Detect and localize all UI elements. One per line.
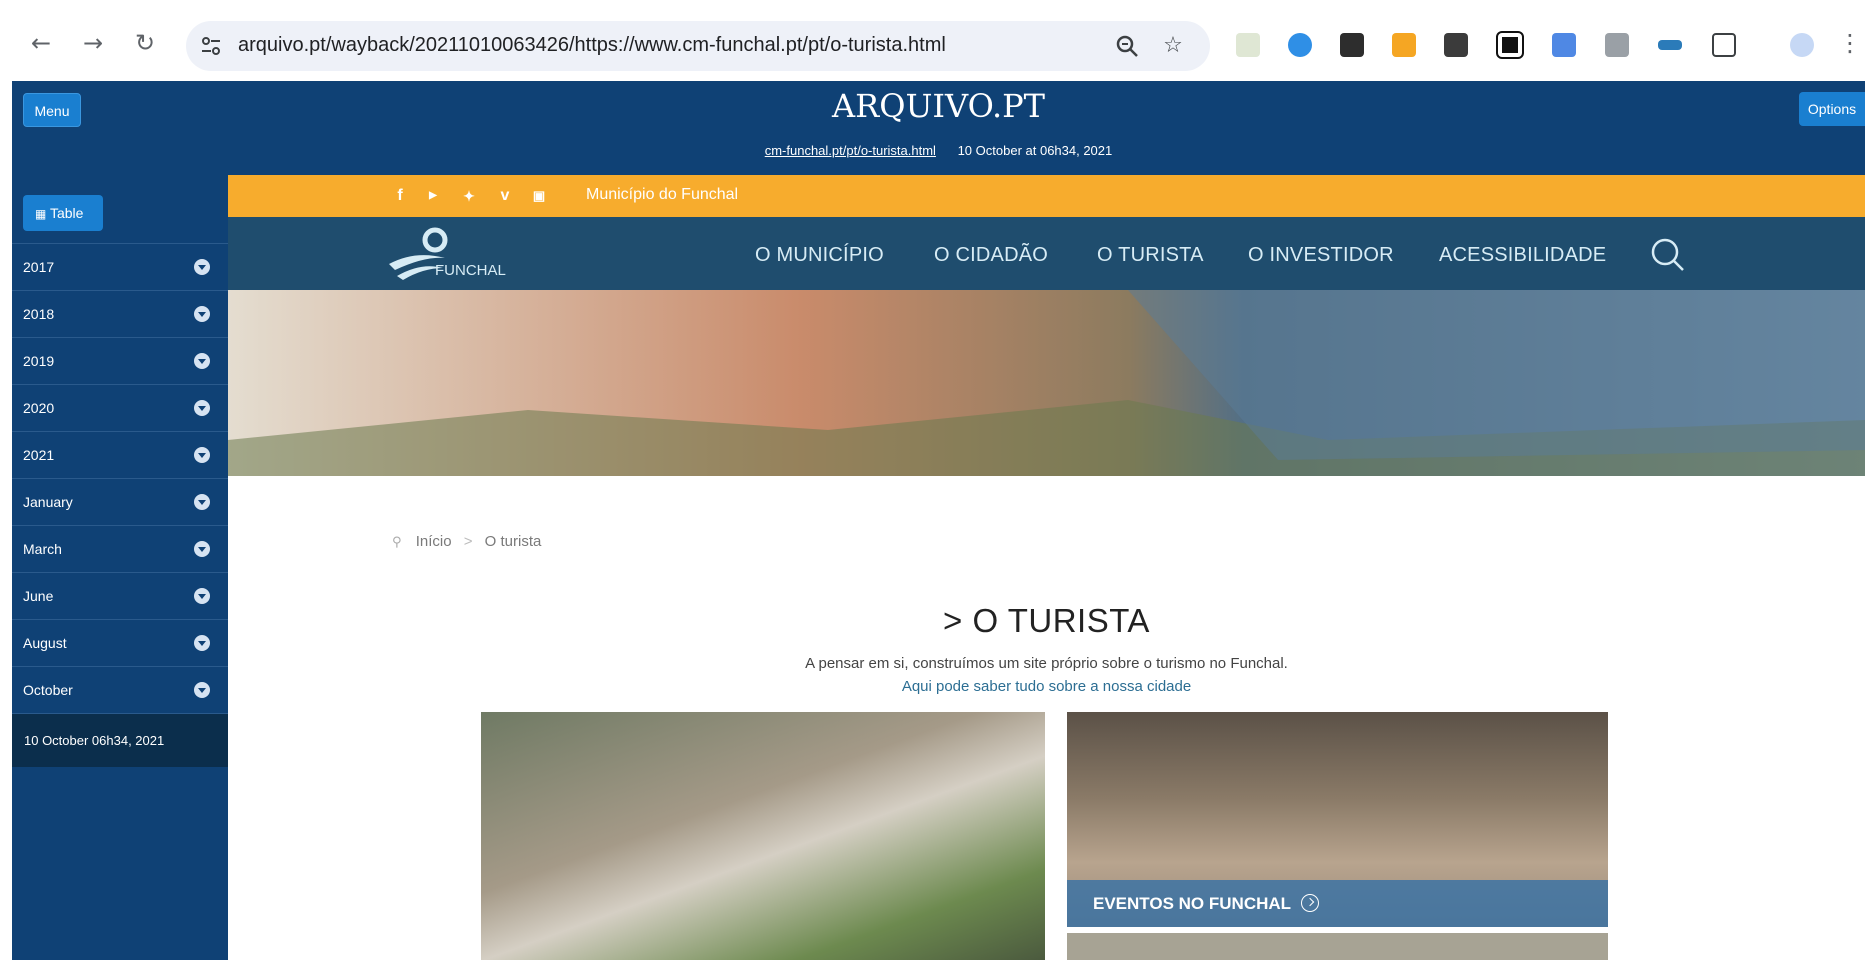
timeline-sidebar: ▦ Table 2017 2018 2019 2020 2021 January… xyxy=(12,175,228,960)
arrow-right-circle-icon xyxy=(1301,893,1320,912)
location-pin-icon: ⚲ xyxy=(392,535,402,550)
nav-investidor[interactable]: O INVESTIDOR xyxy=(1248,244,1394,267)
search-icon[interactable] xyxy=(1650,237,1686,273)
timeline-item[interactable]: 2021 xyxy=(12,431,228,478)
facebook-icon[interactable]: f xyxy=(391,187,409,205)
extension-icon[interactable] xyxy=(1340,33,1364,57)
chevron-down-icon[interactable] xyxy=(194,447,210,463)
tile-caption[interactable]: EVENTOS NO FUNCHAL xyxy=(1067,880,1608,927)
funchal-logo-text: FUNCHAL xyxy=(435,262,506,279)
camera-icon[interactable] xyxy=(1605,33,1629,57)
funchal-logo[interactable]: FUNCHAL xyxy=(385,226,506,282)
nav-municipio[interactable]: O MUNICÍPIO xyxy=(755,244,884,267)
hero-image-funchal-city xyxy=(228,290,1865,476)
chevron-down-icon[interactable] xyxy=(194,400,210,416)
page-description: A pensar em si, construímos um site próp… xyxy=(805,655,1288,672)
breadcrumb-home[interactable]: Início xyxy=(416,533,452,550)
extension-icon[interactable] xyxy=(1658,40,1682,50)
arquivo-header: Menu ARQUIVO.PT cm-funchal.pt/pt/o-turis… xyxy=(12,81,1865,175)
table-button[interactable]: ▦ Table xyxy=(23,195,103,231)
timeline-item[interactable]: January xyxy=(12,478,228,525)
selenium-extension-icon[interactable] xyxy=(1444,33,1468,57)
extension-icon[interactable] xyxy=(1236,33,1260,57)
vimeo-icon[interactable]: v xyxy=(496,187,514,205)
timeline-item[interactable]: 2018 xyxy=(12,290,228,337)
puzzle-icon[interactable] xyxy=(1712,33,1736,57)
bookmark-star-icon[interactable]: ☆ xyxy=(1160,33,1186,59)
address-bar[interactable]: arquivo.pt/wayback/20211010063426/https:… xyxy=(186,21,1210,71)
twitter-icon[interactable]: ✦ xyxy=(460,187,478,205)
forward-arrow-icon[interactable]: → xyxy=(78,28,108,58)
url-text[interactable]: arquivo.pt/wayback/20211010063426/https:… xyxy=(238,34,946,57)
archived-date: 10 October at 06h34, 2021 xyxy=(957,143,1113,158)
site-settings-icon[interactable] xyxy=(200,35,222,57)
tile-next-photo[interactable] xyxy=(1067,933,1608,960)
instagram-icon[interactable]: ▣ xyxy=(530,187,548,205)
chevron-down-icon[interactable] xyxy=(194,494,210,510)
timeline-list: 2017 2018 2019 2020 2021 January March J… xyxy=(12,243,228,767)
site-topbar: f ▶ ✦ v ▣ Município do Funchal xyxy=(228,175,1865,217)
nav-cidadao[interactable]: O CIDADÃO xyxy=(934,244,1048,267)
timeline-item[interactable]: 2017 xyxy=(12,243,228,290)
chevron-down-icon[interactable] xyxy=(194,635,210,651)
chevron-down-icon[interactable] xyxy=(194,541,210,557)
nav-acessibilidade[interactable]: ACESSIBILIDADE xyxy=(1439,244,1606,267)
back-arrow-icon[interactable]: ← xyxy=(26,28,56,58)
tile-levada-photo[interactable] xyxy=(481,712,1045,960)
archived-page: f ▶ ✦ v ▣ Município do Funchal FUNCHAL O… xyxy=(228,175,1865,960)
breadcrumb-current: O turista xyxy=(484,533,542,550)
more-menu-icon[interactable]: ⋮ xyxy=(1838,28,1862,58)
site-navbar: FUNCHAL O MUNICÍPIO O CIDADÃO O TURISTA … xyxy=(228,217,1865,290)
options-button[interactable]: Options xyxy=(1799,92,1865,126)
extension-icon[interactable] xyxy=(1496,31,1524,59)
timeline-item[interactable]: 2020 xyxy=(12,384,228,431)
page-subtitle[interactable]: Aqui pode saber tudo sobre a nossa cidad… xyxy=(228,678,1865,695)
browser-toolbar: ← → ↻ arquivo.pt/wayback/20211010063426/… xyxy=(0,0,1865,80)
chevron-down-icon[interactable] xyxy=(194,588,210,604)
chevron-down-icon[interactable] xyxy=(194,259,210,275)
table-button-label: Table xyxy=(49,205,84,221)
municipio-label[interactable]: Município do Funchal xyxy=(586,186,738,204)
chevron-down-icon[interactable] xyxy=(194,353,210,369)
archive-info: cm-funchal.pt/pt/o-turista.html 10 Octob… xyxy=(12,143,1865,158)
page-title: > O TURISTA xyxy=(943,602,1150,639)
timeline-item[interactable]: March xyxy=(12,525,228,572)
arquivo-logo[interactable]: ARQUIVO.PT xyxy=(12,87,1865,125)
zoom-icon[interactable] xyxy=(1114,33,1140,59)
hero-illustration xyxy=(228,290,1865,476)
tile-eventos-label: EVENTOS NO FUNCHAL xyxy=(1093,894,1292,913)
selected-capture[interactable]: 10 October 06h34, 2021 xyxy=(12,713,228,767)
timeline-item[interactable]: August xyxy=(12,619,228,666)
breadcrumb: ⚲ Início > O turista xyxy=(392,533,541,550)
breadcrumb-separator: > xyxy=(463,533,473,550)
table-grid-icon: ▦ xyxy=(35,207,47,221)
archived-url-link[interactable]: cm-funchal.pt/pt/o-turista.html xyxy=(765,143,936,158)
extension-icon[interactable] xyxy=(1552,33,1576,57)
timeline-item[interactable]: October xyxy=(12,666,228,713)
extension-icon[interactable] xyxy=(1392,33,1416,57)
extension-icon[interactable] xyxy=(1288,33,1312,57)
reload-icon[interactable]: ↻ xyxy=(130,28,160,58)
youtube-icon[interactable]: ▶ xyxy=(424,187,442,205)
timeline-item[interactable]: June xyxy=(12,572,228,619)
tile-eventos[interactable]: EVENTOS NO FUNCHAL xyxy=(1067,712,1608,927)
chevron-down-icon[interactable] xyxy=(194,682,210,698)
chevron-down-icon[interactable] xyxy=(194,306,210,322)
timeline-item[interactable]: 2019 xyxy=(12,337,228,384)
nav-turista[interactable]: O TURISTA xyxy=(1097,244,1204,267)
profile-avatar-icon[interactable] xyxy=(1790,33,1814,57)
